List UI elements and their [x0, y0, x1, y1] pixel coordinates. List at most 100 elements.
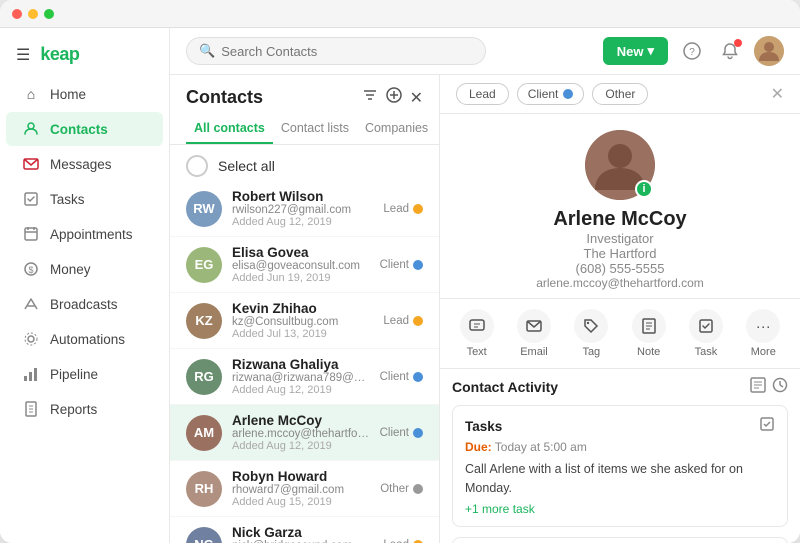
badge-label: Lead — [383, 315, 409, 327]
tab-contact-lists[interactable]: Contact lists — [273, 114, 357, 144]
contact-badge: Lead — [383, 539, 423, 543]
badge-label: Other — [380, 483, 409, 495]
action-note[interactable]: Note — [632, 309, 666, 358]
badge-dot — [413, 484, 423, 494]
sidebar-header: ☰ keap — [0, 36, 169, 77]
contact-info: Robyn Howard rhoward7@gmail.com Added Au… — [232, 469, 370, 508]
sidebar-item-appointments[interactable]: Appointments — [6, 217, 163, 251]
sidebar-label-automations: Automations — [50, 332, 125, 347]
sidebar-label-appointments: Appointments — [50, 227, 133, 242]
contacts-title: Contacts — [186, 87, 354, 108]
window-minimize-dot[interactable] — [28, 9, 38, 19]
tasks-icon — [22, 190, 40, 208]
select-all-checkbox[interactable] — [186, 155, 208, 177]
action-task[interactable]: Task — [689, 309, 723, 358]
sidebar-label-pipeline: Pipeline — [50, 367, 98, 382]
appointments-icon — [22, 225, 40, 243]
profile-info-badge[interactable]: i — [635, 180, 653, 198]
action-email-label: Email — [520, 346, 548, 358]
contact-item[interactable]: EG Elisa Govea elisa@goveaconsult.com Ad… — [170, 237, 439, 293]
automations-icon — [22, 330, 40, 348]
sidebar-item-money[interactable]: $ Money — [6, 252, 163, 286]
profile-company: The Hartford — [584, 246, 657, 261]
sidebar-label-contacts: Contacts — [50, 122, 108, 137]
sidebar-item-pipeline[interactable]: Pipeline — [6, 357, 163, 391]
contact-badge: Client — [380, 371, 423, 383]
tab-companies[interactable]: Companies — [357, 114, 436, 144]
sidebar-item-messages[interactable]: Messages — [6, 147, 163, 181]
svg-text:$: $ — [28, 265, 33, 275]
tasks-card-header: Tasks — [465, 416, 775, 436]
badge-label: Client — [380, 371, 409, 383]
contact-added: Added Aug 15, 2019 — [232, 496, 370, 508]
action-tag[interactable]: Tag — [574, 309, 608, 358]
action-bar: Text Email — [440, 299, 800, 369]
filter-icon[interactable] — [362, 87, 378, 108]
lead-tag[interactable]: Lead — [456, 83, 509, 105]
contact-name: Robert Wilson — [232, 189, 373, 204]
detail-close-icon[interactable]: ✕ — [771, 84, 784, 104]
messages-icon — [22, 155, 40, 173]
tasks-more-link[interactable]: +1 more task — [465, 502, 775, 516]
profile-avatar-wrap: i — [585, 130, 655, 200]
contact-item[interactable]: RH Robyn Howard rhoward7@gmail.com Added… — [170, 461, 439, 517]
action-more[interactable]: ··· More — [746, 309, 780, 358]
profile-section: i Arlene McCoy Investigator The Hartford… — [440, 114, 800, 299]
hamburger-icon[interactable]: ☰ — [16, 45, 30, 65]
tab-all-contacts[interactable]: All contacts — [186, 114, 273, 144]
avatar: KZ — [186, 303, 222, 339]
action-text[interactable]: Text — [460, 309, 494, 358]
window-maximize-dot[interactable] — [44, 9, 54, 19]
window-close-dot[interactable] — [12, 9, 22, 19]
notifications-button[interactable] — [716, 37, 744, 65]
profile-role: Investigator — [586, 231, 653, 246]
contact-name: Arlene McCoy — [232, 413, 370, 428]
contact-email: rizwana@rizwana789@gmail.com — [232, 372, 370, 384]
client-tag-label: Client — [528, 87, 559, 101]
client-tag[interactable]: Client — [517, 83, 585, 105]
avatar: RG — [186, 359, 222, 395]
top-bar: 🔍 New ▾ ? — [170, 28, 800, 75]
sidebar-item-home[interactable]: ⌂ Home — [6, 77, 163, 111]
sidebar-label-money: Money — [50, 262, 91, 277]
contact-badge: Lead — [383, 315, 423, 327]
keap-logo: keap — [40, 44, 79, 65]
contact-item[interactable]: RW Robert Wilson rwilson227@gmail.com Ad… — [170, 181, 439, 237]
more-icon: ··· — [746, 309, 780, 343]
avatar: RW — [186, 191, 222, 227]
action-text-label: Text — [467, 346, 487, 358]
sidebar-item-automations[interactable]: Automations — [6, 322, 163, 356]
sidebar-label-messages: Messages — [50, 157, 112, 172]
contact-badge: Other — [380, 483, 423, 495]
add-contact-icon[interactable] — [386, 87, 402, 108]
contact-item[interactable]: KZ Kevin Zhihao kz@Consultbug.com Added … — [170, 293, 439, 349]
activity-clock-icon[interactable] — [772, 377, 788, 397]
activity-list-icon[interactable] — [750, 377, 766, 397]
help-button[interactable]: ? — [678, 37, 706, 65]
sidebar-item-tasks[interactable]: Tasks — [6, 182, 163, 216]
profile-name: Arlene McCoy — [553, 208, 686, 231]
sidebar-item-broadcasts[interactable]: Broadcasts — [6, 287, 163, 321]
pipeline-icon — [22, 365, 40, 383]
action-email[interactable]: Email — [517, 309, 551, 358]
contact-item[interactable]: RG Rizwana Ghaliya rizwana@rizwana789@gm… — [170, 349, 439, 405]
contact-item[interactable]: AM Arlene McCoy arlene.mccoy@thehartford… — [170, 405, 439, 461]
sidebar-item-reports[interactable]: Reports — [6, 392, 163, 426]
other-tag[interactable]: Other — [592, 83, 648, 105]
user-avatar[interactable] — [754, 36, 784, 66]
title-bar — [0, 0, 800, 28]
search-input[interactable] — [221, 44, 473, 59]
close-panel-icon[interactable]: ✕ — [410, 88, 423, 108]
avatar: RH — [186, 471, 222, 507]
home-icon: ⌂ — [22, 85, 40, 103]
sidebar-label-home: Home — [50, 87, 86, 102]
contact-email: rhoward7@gmail.com — [232, 484, 370, 496]
contact-email: rwilson227@gmail.com — [232, 204, 373, 216]
new-button[interactable]: New ▾ — [603, 37, 668, 65]
sidebar-item-contacts[interactable]: Contacts — [6, 112, 163, 146]
badge-dot — [413, 260, 423, 270]
contact-item[interactable]: NG Nick Garza nick@bridgesound.com Added… — [170, 517, 439, 543]
avatar: EG — [186, 247, 222, 283]
action-task-label: Task — [695, 346, 718, 358]
sidebar-label-tasks: Tasks — [50, 192, 85, 207]
